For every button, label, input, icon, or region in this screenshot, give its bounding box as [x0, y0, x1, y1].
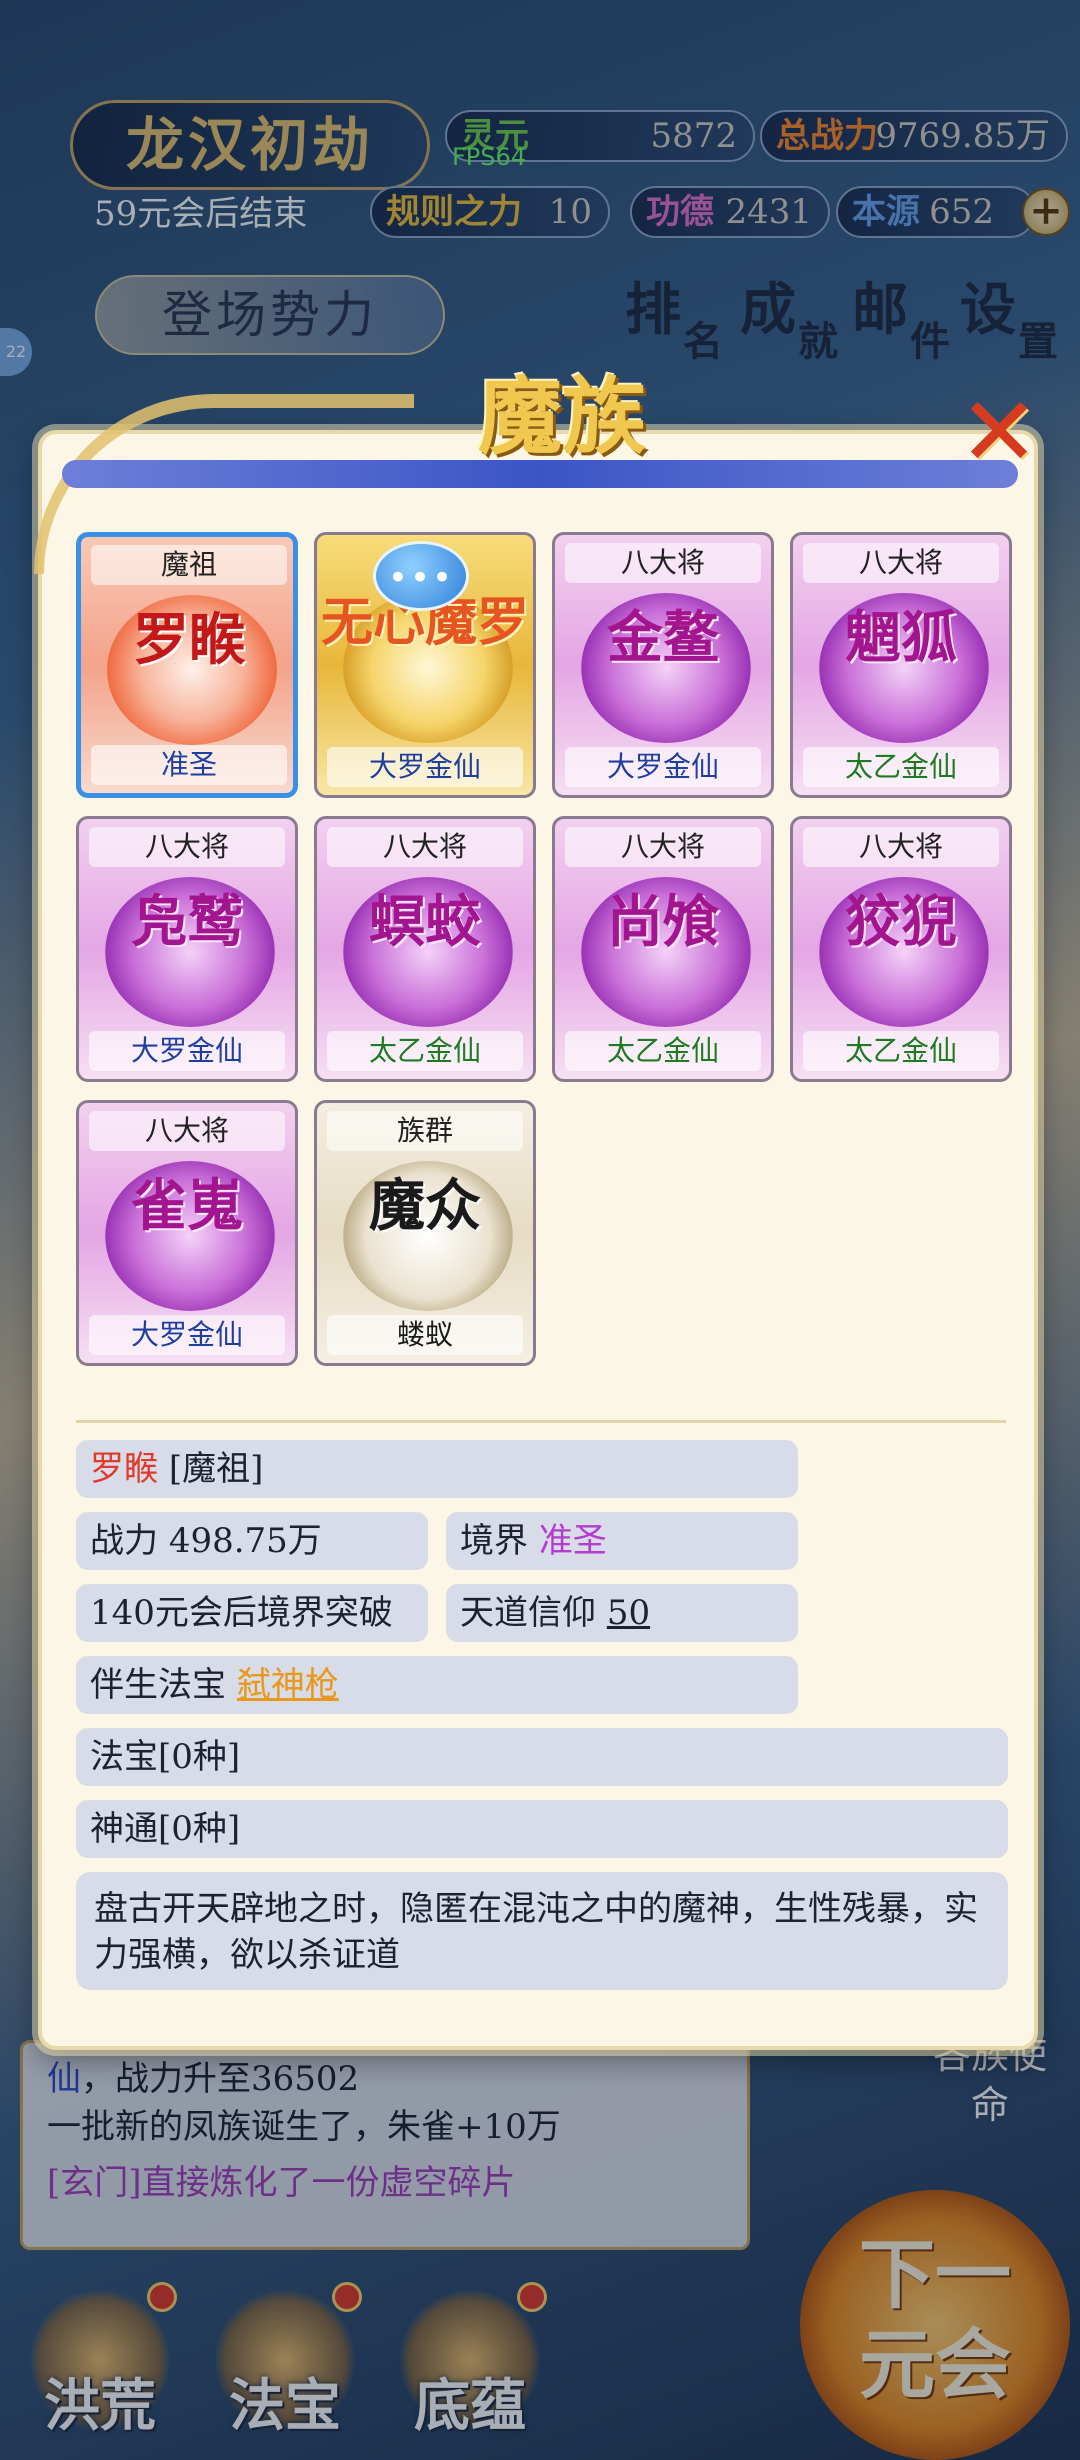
detail-faith-row: 天道信仰 50 [446, 1584, 798, 1642]
chat-dots: ••• [387, 558, 455, 598]
detail-name: 罗睺 [90, 1449, 158, 1489]
card-rank: 八大将 [89, 1111, 285, 1151]
member-card-mozhong[interactable]: 族群 魔众 蝼蚁 [314, 1100, 536, 1366]
card-realm: 太乙金仙 [803, 1031, 999, 1071]
close-icon[interactable]: ✕ [954, 384, 1044, 480]
member-card-jinao[interactable]: 八大将 金鳌 大罗金仙 [552, 532, 774, 798]
detail-title-tag: [魔祖] [168, 1449, 264, 1489]
member-card-shangsun[interactable]: 八大将 尚飧 太乙金仙 [552, 816, 774, 1082]
card-name: 罗睺 [133, 607, 245, 673]
card-realm: 太乙金仙 [327, 1031, 523, 1071]
detail-name-row: 罗睺 [魔祖] [76, 1440, 798, 1498]
detail-power-value: 498.75万 [168, 1521, 322, 1561]
member-card-luohou[interactable]: 魔祖 罗睺 准圣 [76, 532, 298, 798]
card-rank: 八大将 [565, 827, 761, 867]
chat-bubble-icon[interactable]: ••• [373, 541, 469, 611]
detail-realm-value: 准圣 [538, 1521, 607, 1561]
card-realm: 准圣 [91, 745, 287, 785]
card-rank: 八大将 [803, 827, 999, 867]
detail-treasure-label: 伴生法宝 [90, 1665, 226, 1705]
card-realm: 太乙金仙 [565, 1031, 761, 1071]
section-divider [76, 1420, 1006, 1423]
detail-realm-row: 境界 准圣 [446, 1512, 798, 1570]
member-card-wanghu[interactable]: 八大将 魍狐 太乙金仙 [790, 532, 1012, 798]
card-name: 螟蛟 [369, 889, 481, 955]
detail-shentong-row[interactable]: 神通[0种] [76, 1800, 1008, 1858]
card-name: 尚飧 [607, 889, 719, 955]
card-name: 雀嵬 [131, 1173, 243, 1239]
card-realm: 大罗金仙 [89, 1315, 285, 1355]
card-name: 凫鹫 [131, 889, 243, 955]
detail-breakthrough: 140元会后境界突破 [76, 1584, 428, 1642]
detail-description: 盘古开天辟地之时，隐匿在混沌之中的魔神，生性残暴，实力强横，欲以杀证道 [76, 1872, 1008, 1990]
detail-fabao-row[interactable]: 法宝[0种] [76, 1728, 1008, 1786]
detail-treasure-link[interactable]: 弑神枪 [237, 1665, 339, 1705]
card-name: 金鳌 [607, 605, 719, 671]
dialog-title: 魔族 [477, 367, 646, 466]
card-realm: 大罗金仙 [565, 747, 761, 787]
detail-treasure-row: 伴生法宝 弑神枪 [76, 1656, 798, 1714]
card-rank: 八大将 [327, 827, 523, 867]
member-card-fujiu[interactable]: 八大将 凫鹫 大罗金仙 [76, 816, 298, 1082]
card-realm: 大罗金仙 [327, 747, 523, 787]
card-rank: 族群 [327, 1111, 523, 1151]
detail-faith-label: 天道信仰 [460, 1593, 596, 1633]
member-card-jiaoni[interactable]: 八大将 狡猊 太乙金仙 [790, 816, 1012, 1082]
card-name: 狡猊 [845, 889, 957, 955]
member-card-mingjiao[interactable]: 八大将 螟蛟 太乙金仙 [314, 816, 536, 1082]
detail-power-row: 战力 498.75万 [76, 1512, 428, 1570]
card-realm: 蝼蚁 [327, 1315, 523, 1355]
card-rank: 魔祖 [91, 545, 287, 585]
card-rank: 八大将 [89, 827, 285, 867]
detail-realm-label: 境界 [460, 1521, 528, 1561]
card-rank: 八大将 [565, 543, 761, 583]
card-realm: 太乙金仙 [803, 747, 999, 787]
detail-power-label: 战力 [90, 1521, 158, 1561]
member-card-wuxin-moluo[interactable]: 无心魔罗 ••• 大罗金仙 [314, 532, 536, 798]
faction-dialog: 魔族 ✕ 魔祖 罗睺 准圣 无心魔罗 ••• 大罗金仙 八大将 金鳌 大罗金仙 … [34, 367, 1039, 2050]
detail-faith-value[interactable]: 50 [607, 1593, 650, 1633]
card-rank: 八大将 [803, 543, 999, 583]
card-name: 魔众 [369, 1173, 481, 1239]
member-card-quewei[interactable]: 八大将 雀嵬 大罗金仙 [76, 1100, 298, 1366]
card-name: 魍狐 [845, 605, 957, 671]
card-realm: 大罗金仙 [89, 1031, 285, 1071]
